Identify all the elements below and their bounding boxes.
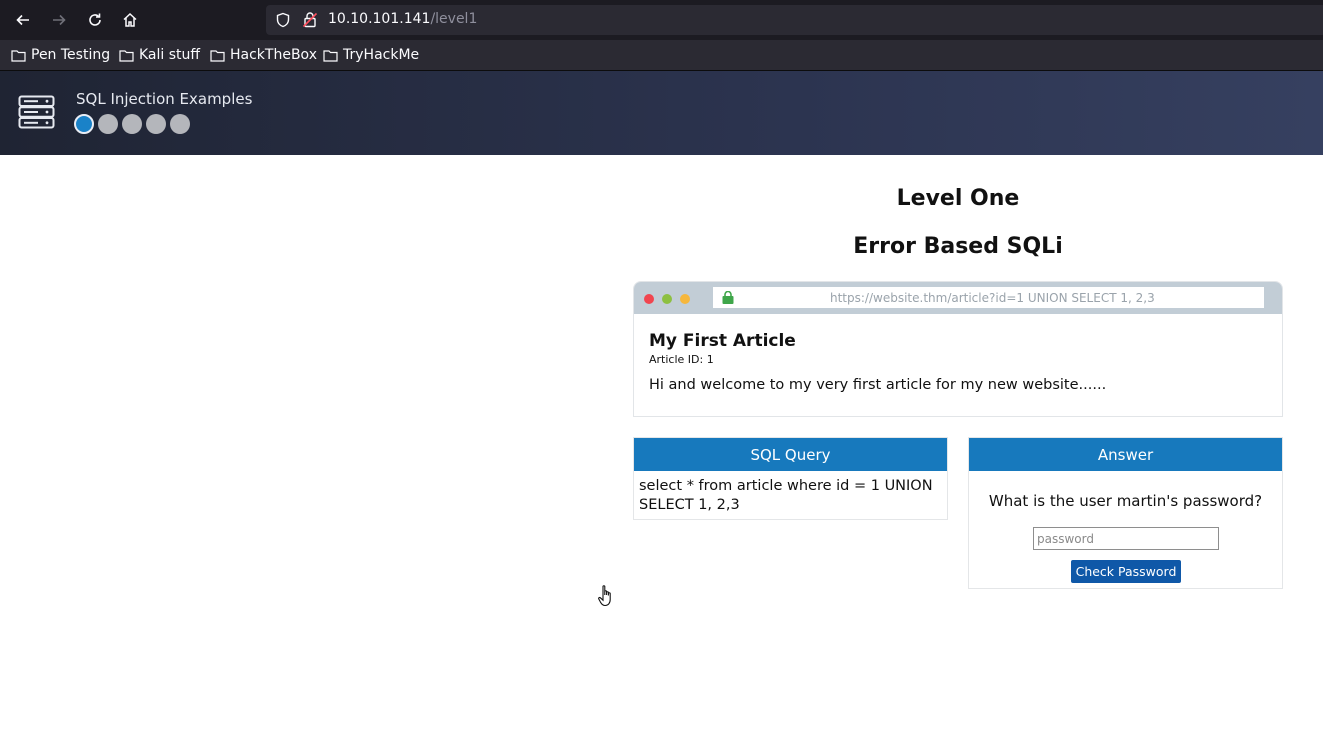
home-button[interactable]	[118, 8, 142, 32]
article-id: Article ID: 1	[649, 353, 714, 366]
home-icon	[123, 12, 137, 27]
arrow-right-icon	[53, 14, 66, 26]
level-dot-2[interactable]	[98, 114, 118, 134]
answer-question: What is the user martin's password?	[988, 492, 1263, 510]
level-dot-3[interactable]	[122, 114, 142, 134]
answer-panel: Answer What is the user martin's passwor…	[968, 437, 1283, 589]
bookmark-label: TryHackMe	[343, 47, 420, 63]
back-button[interactable]	[11, 8, 35, 32]
sql-query-text: select * from article where id = 1 UNION…	[639, 478, 933, 513]
bookmark-label: HackTheBox	[230, 47, 317, 63]
level-title: Level One	[896, 186, 1020, 211]
reload-button[interactable]	[83, 8, 107, 32]
reload-icon	[89, 13, 101, 26]
browser-navbar: 10.10.101.141/level1	[0, 0, 1323, 40]
bookmark-label: Pen Testing	[31, 47, 111, 63]
site-title: SQL Injection Examples	[76, 90, 253, 108]
sql-query-panel: SQL Query select * from article where id…	[633, 437, 948, 520]
insecure-lock-icon[interactable]	[302, 11, 318, 28]
bookmark-folder-kali-stuff[interactable]: Kali stuff	[119, 47, 200, 63]
bookmark-label: Kali stuff	[139, 47, 201, 63]
mock-close-dot	[644, 294, 654, 304]
level-dot-4[interactable]	[146, 114, 166, 134]
url-bar[interactable]: 10.10.101.141/level1	[266, 5, 1323, 35]
mock-browser-window: https://website.thm/article?id=1 UNION S…	[633, 281, 1283, 417]
article-title: My First Article	[649, 331, 796, 351]
answer-heading: Answer	[969, 438, 1282, 471]
url-host: 10.10.101.141	[328, 11, 431, 27]
bookmarks-toolbar: Pen Testing Kali stuff HackTheBox TryHac…	[0, 40, 1323, 71]
page-subtitle: Error Based SQLi	[853, 234, 1063, 259]
folder-icon	[119, 49, 134, 62]
url-text: 10.10.101.141/level1	[328, 11, 477, 27]
folder-icon	[210, 49, 225, 62]
lock-icon	[722, 291, 734, 304]
bookmark-folder-hackthebox[interactable]: HackTheBox	[210, 47, 317, 63]
url-path: /level1	[430, 11, 478, 27]
server-icon	[18, 95, 55, 129]
mock-maximize-dot	[662, 294, 672, 304]
bookmark-folder-pen-testing[interactable]: Pen Testing	[11, 47, 110, 63]
sql-query-heading: SQL Query	[634, 438, 947, 471]
level-progress	[74, 114, 190, 134]
mock-url-bar: https://website.thm/article?id=1 UNION S…	[713, 287, 1264, 308]
forward-button[interactable]	[47, 8, 71, 32]
site-header: SQL Injection Examples	[0, 71, 1323, 155]
shield-icon[interactable]	[275, 12, 291, 28]
level-dot-1[interactable]	[74, 114, 94, 134]
mock-browser-bar: https://website.thm/article?id=1 UNION S…	[634, 282, 1282, 314]
check-password-button[interactable]: Check Password	[1071, 560, 1181, 583]
hand-cursor-icon	[598, 585, 611, 607]
folder-icon	[11, 49, 26, 62]
folder-icon	[323, 49, 338, 62]
article-body: Hi and welcome to my very first article …	[649, 377, 1107, 393]
bookmark-folder-tryhackme[interactable]: TryHackMe	[323, 47, 419, 63]
level-dot-5[interactable]	[170, 114, 190, 134]
arrow-left-icon	[16, 14, 29, 26]
mock-url-text: https://website.thm/article?id=1 UNION S…	[830, 291, 1155, 305]
mock-minimize-dot	[680, 294, 690, 304]
password-input[interactable]	[1033, 527, 1219, 550]
